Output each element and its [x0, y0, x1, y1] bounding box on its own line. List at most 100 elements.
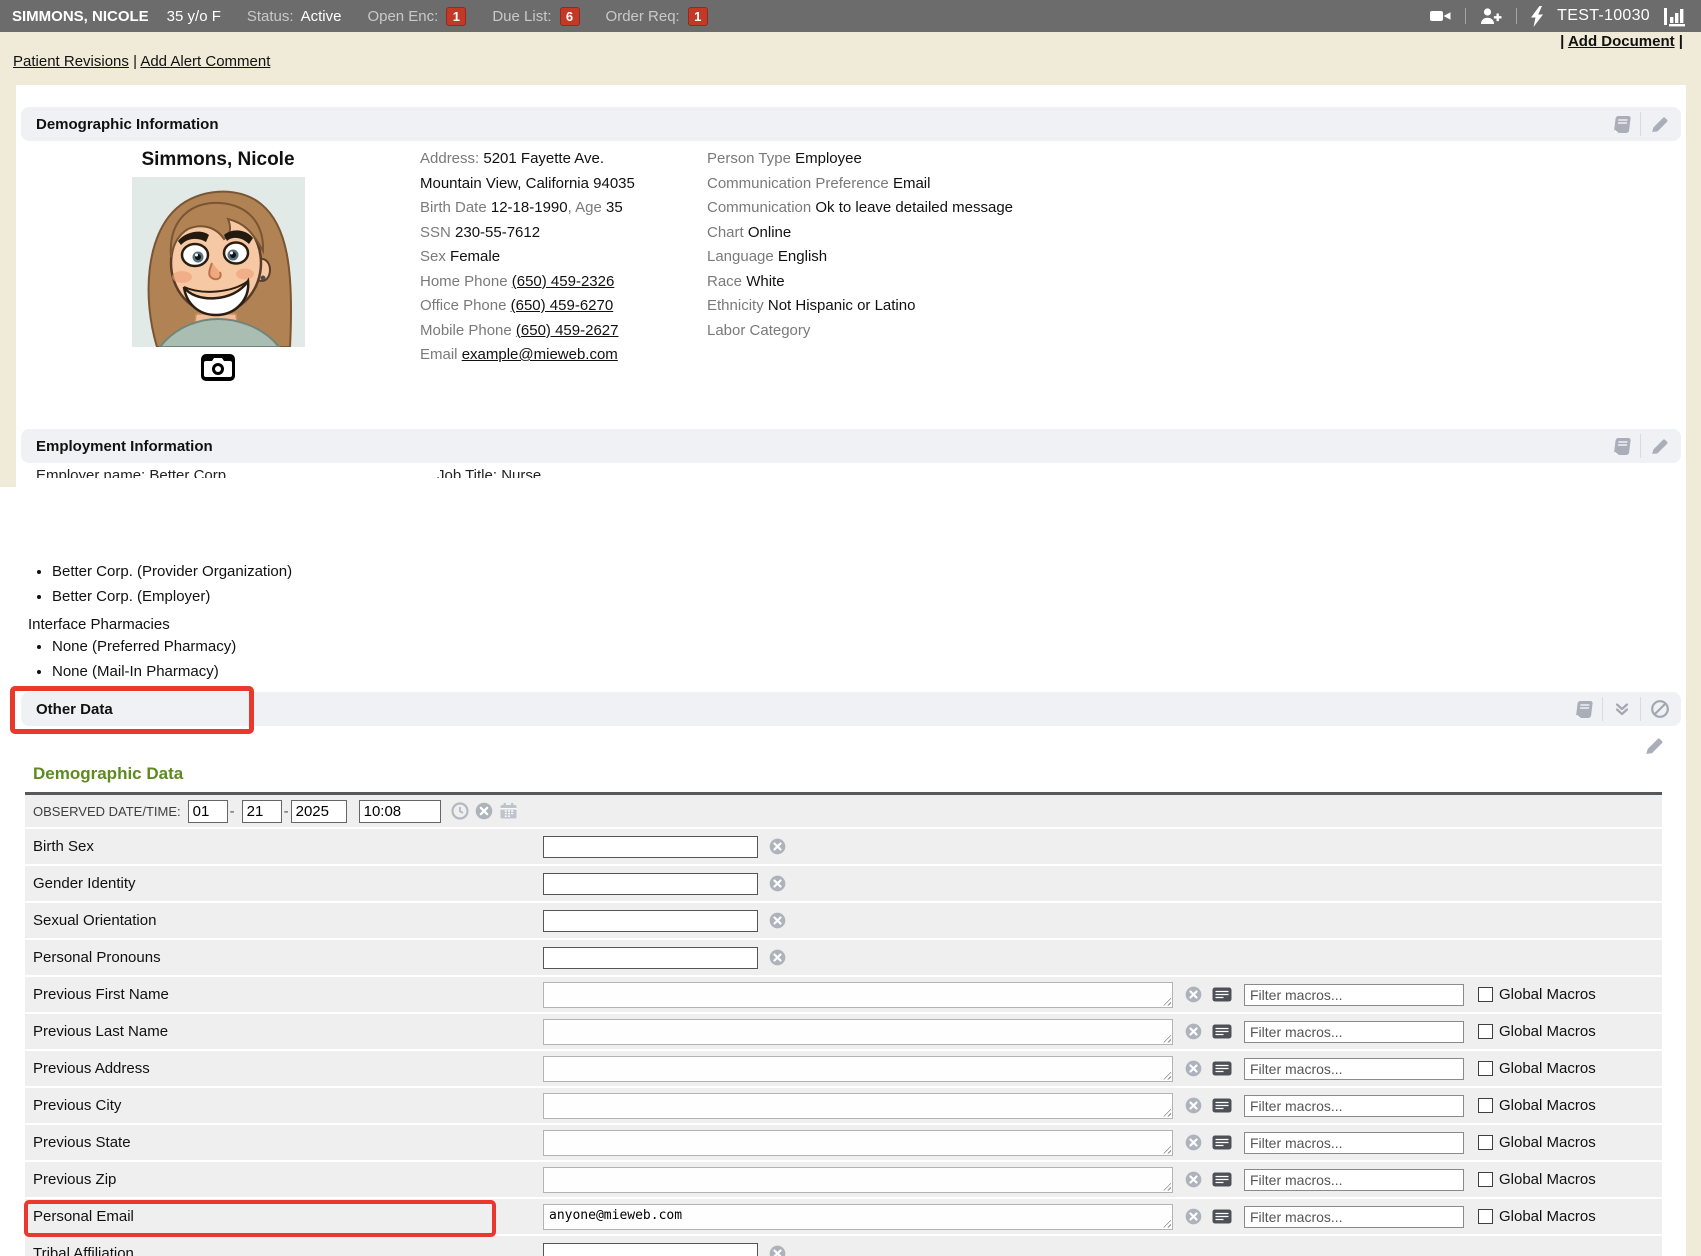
filter-macros-input[interactable] [1244, 1058, 1464, 1080]
observed-year-input[interactable] [291, 800, 347, 823]
global-macros-checkbox[interactable] [1478, 1172, 1493, 1187]
personal-email-textarea[interactable]: anyone@mieweb.com [543, 1204, 1173, 1230]
previous-address-textarea[interactable] [543, 1056, 1173, 1082]
edit-pencil-icon[interactable] [1644, 736, 1664, 756]
tribal-affiliation-input[interactable] [543, 1243, 758, 1256]
observed-month-input[interactable] [188, 800, 228, 823]
global-macros-checkbox[interactable] [1478, 1209, 1493, 1224]
previous-city-textarea[interactable] [543, 1093, 1173, 1119]
personal-pronouns-input[interactable] [543, 947, 758, 969]
birth-sex-input[interactable] [543, 836, 758, 858]
filter-macros-input[interactable] [1244, 984, 1464, 1006]
video-call-icon[interactable] [1429, 6, 1452, 26]
clear-icon[interactable] [769, 1245, 786, 1256]
resize-handle[interactable] [543, 1056, 1173, 1082]
ssn-value: 230-55-7612 [455, 224, 540, 241]
office-phone-link[interactable]: (650) 459-6270 [511, 297, 614, 314]
journal-icon[interactable] [1603, 434, 1640, 458]
mobile-phone-label: Mobile Phone [420, 322, 512, 339]
journal-icon[interactable] [1565, 697, 1602, 721]
previous-state-textarea[interactable] [543, 1130, 1173, 1156]
filter-macros-input[interactable] [1244, 1132, 1464, 1154]
global-macros-checkbox[interactable] [1478, 1135, 1493, 1150]
macros-icon[interactable] [1212, 1135, 1232, 1150]
filter-macros-input[interactable] [1244, 1206, 1464, 1228]
resize-handle[interactable] [543, 982, 1173, 1008]
edit-photo-button[interactable] [201, 354, 235, 384]
resize-handle[interactable]: anyone@mieweb.com [543, 1204, 1173, 1230]
global-macros-label[interactable]: Global Macros [1499, 1171, 1596, 1188]
global-macros-checkbox[interactable] [1478, 1024, 1493, 1039]
resize-handle[interactable] [543, 1093, 1173, 1119]
previous-last-name-textarea[interactable] [543, 1019, 1173, 1045]
global-macros-checkbox[interactable] [1478, 1061, 1493, 1076]
sex-value: Female [450, 248, 500, 265]
journal-icon[interactable] [1603, 112, 1640, 136]
global-macros-label[interactable]: Global Macros [1499, 1060, 1596, 1077]
clear-icon[interactable] [1185, 1023, 1202, 1040]
clear-icon[interactable] [1185, 1060, 1202, 1077]
observed-time-input[interactable] [359, 800, 441, 823]
ethnicity-value: Not Hispanic or Latino [768, 297, 916, 314]
pharmacies-list: None (Preferred Pharmacy) None (Mail-In … [0, 634, 236, 684]
patient-revisions-link[interactable]: Patient Revisions [13, 53, 129, 70]
filter-macros-input[interactable] [1244, 1095, 1464, 1117]
mobile-phone-link[interactable]: (650) 459-2627 [516, 322, 619, 339]
open-enc-label: Open Enc: [367, 8, 438, 25]
field-label: Personal Email [33, 1208, 543, 1225]
clear-icon[interactable] [769, 875, 786, 892]
previous-zip-textarea[interactable] [543, 1167, 1173, 1193]
clear-icon[interactable] [1185, 1097, 1202, 1114]
clear-icon[interactable] [769, 949, 786, 966]
macros-icon[interactable] [1212, 1061, 1232, 1076]
clear-icon[interactable] [1185, 1134, 1202, 1151]
global-macros-checkbox[interactable] [1478, 987, 1493, 1002]
filter-macros-input[interactable] [1244, 1169, 1464, 1191]
resize-handle[interactable] [543, 1019, 1173, 1045]
edit-pencil-icon[interactable] [1640, 112, 1678, 136]
previous-first-name-textarea[interactable] [543, 982, 1173, 1008]
clear-icon[interactable] [475, 802, 493, 820]
macros-icon[interactable] [1212, 1098, 1232, 1113]
clear-icon[interactable] [769, 838, 786, 855]
person-type-label: Person Type [707, 150, 791, 167]
clear-icon[interactable] [1185, 1171, 1202, 1188]
clear-icon[interactable] [1185, 1208, 1202, 1225]
global-macros-label[interactable]: Global Macros [1499, 1134, 1596, 1151]
macros-icon[interactable] [1212, 987, 1232, 1002]
calendar-icon[interactable] [499, 802, 518, 820]
global-macros-label[interactable]: Global Macros [1499, 986, 1596, 1003]
macros-icon[interactable] [1212, 1172, 1232, 1187]
chart-icon[interactable] [1663, 6, 1689, 27]
resize-handle[interactable] [543, 1130, 1173, 1156]
sexual-orientation-input[interactable] [543, 910, 758, 932]
observed-day-input[interactable] [242, 800, 282, 823]
macros-icon[interactable] [1212, 1024, 1232, 1039]
global-macros-checkbox[interactable] [1478, 1098, 1493, 1113]
list-item: None (Preferred Pharmacy) [52, 634, 236, 659]
lightning-icon[interactable] [1530, 6, 1544, 27]
macros-icon[interactable] [1212, 1209, 1232, 1224]
home-phone-link[interactable]: (650) 459-2326 [512, 273, 615, 290]
form-row-gender-identity: Gender Identity [25, 866, 1662, 903]
clock-icon[interactable] [451, 802, 469, 820]
filter-macros-input[interactable] [1244, 1021, 1464, 1043]
global-macros-label[interactable]: Global Macros [1499, 1097, 1596, 1114]
global-macros-label[interactable]: Global Macros [1499, 1023, 1596, 1040]
add-person-icon[interactable] [1479, 6, 1503, 26]
disable-icon[interactable] [1640, 697, 1678, 721]
add-alert-comment-link[interactable]: Add Alert Comment [140, 53, 270, 70]
page-margin [1686, 487, 1701, 1256]
collapse-chevrons-icon[interactable] [1602, 697, 1640, 721]
gender-identity-input[interactable] [543, 873, 758, 895]
order-req-badge[interactable]: 1 [688, 7, 708, 26]
global-macros-label[interactable]: Global Macros [1499, 1208, 1596, 1225]
open-enc-badge[interactable]: 1 [446, 7, 466, 26]
due-list-badge[interactable]: 6 [560, 7, 580, 26]
edit-pencil-icon[interactable] [1640, 434, 1678, 458]
resize-handle[interactable] [543, 1167, 1173, 1193]
email-link[interactable]: example@mieweb.com [462, 346, 618, 363]
clear-icon[interactable] [769, 912, 786, 929]
clear-icon[interactable] [1185, 986, 1202, 1003]
add-document-link[interactable]: Add Document [1568, 33, 1675, 50]
